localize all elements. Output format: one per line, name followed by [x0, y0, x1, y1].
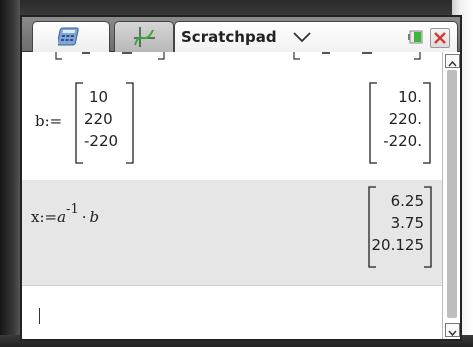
scratchpad-window: Scratchpad b:= 10 220 -220 10. 220. -220… — [20, 15, 462, 341]
right-bracket — [423, 82, 431, 164]
matrix-cell: 3.75 — [390, 214, 424, 232]
matrix-cell: -220 — [84, 132, 119, 150]
lhs-matrix-b: b — [89, 208, 100, 226]
scroll-thumb[interactable] — [447, 70, 457, 318]
matrix-cell: -220. — [383, 132, 422, 150]
result-matrix: 10. 220. -220. — [376, 86, 422, 152]
battery-icon — [408, 30, 423, 44]
tab-calculator[interactable] — [32, 21, 110, 52]
chevron-down-icon[interactable] — [292, 29, 312, 45]
history-row[interactable]: b:= 10 220 -220 10. 220. -220. — [22, 68, 442, 181]
right-bracket — [126, 82, 134, 164]
graph-icon — [134, 27, 155, 47]
vertical-scrollbar[interactable] — [442, 52, 460, 339]
matrix-cell: 10 — [89, 88, 109, 106]
document-title: Scratchpad — [181, 28, 277, 46]
scroll-up-button[interactable] — [445, 54, 460, 68]
document-title-tab[interactable]: Scratchpad — [174, 21, 458, 52]
close-icon — [434, 32, 446, 44]
matrix-cell: 220. — [388, 110, 422, 128]
matrix-cell: 6.25 — [390, 192, 424, 210]
assignment-lhs: x:=a-1 · b — [31, 202, 100, 226]
matrix-cell: 220 — [84, 110, 113, 128]
chevron-down-icon — [448, 330, 457, 337]
close-button[interactable] — [430, 28, 450, 48]
lhs-exponent: -1 — [66, 202, 79, 217]
lhs-dot: · — [81, 208, 87, 226]
matrix-cell: 10. — [398, 88, 422, 106]
bezel-left — [0, 0, 20, 347]
lhs-matrix-a: a — [57, 208, 67, 226]
lhs-variable: x:= — [31, 208, 58, 226]
scroll-down-button[interactable] — [445, 323, 460, 337]
matrix-cell: 20.125 — [371, 236, 425, 254]
tab-graphs[interactable] — [114, 21, 174, 52]
entry-line[interactable] — [22, 285, 442, 339]
assignment-lhs: b:= — [35, 112, 63, 130]
history-area[interactable]: b:= 10 220 -220 10. 220. -220. x:=a-1 · … — [22, 52, 442, 339]
right-bracket — [424, 186, 432, 268]
tab-bar: Scratchpad — [22, 17, 460, 52]
calculator-icon — [58, 27, 79, 46]
history-row[interactable]: x:=a-1 · b 6.25 3.75 20.125 — [22, 181, 442, 285]
result-matrix: 6.25 3.75 20.125 — [371, 190, 425, 256]
left-bracket — [75, 82, 83, 164]
history-row-partial — [22, 52, 442, 68]
partial-matrix-brackets — [55, 52, 421, 60]
text-cursor — [39, 308, 40, 324]
input-matrix: 10 220 -220 — [84, 86, 124, 152]
chevron-up-icon — [448, 60, 457, 67]
